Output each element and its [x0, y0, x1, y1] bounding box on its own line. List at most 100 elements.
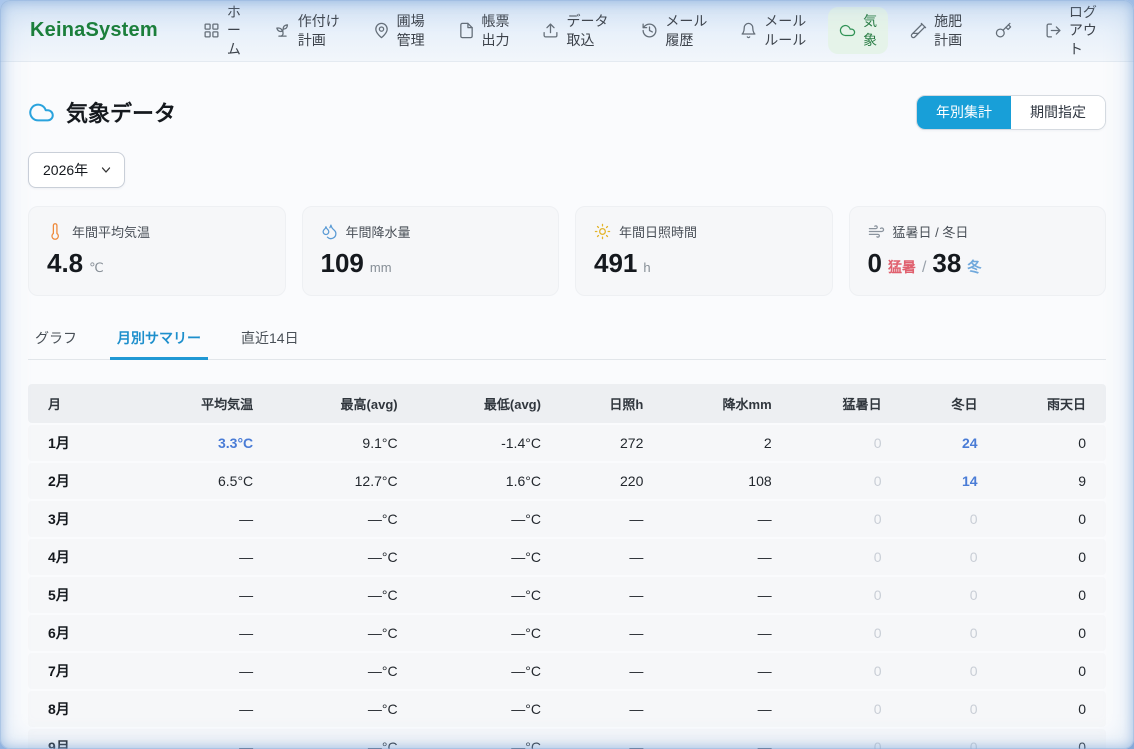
droplets-icon: [321, 223, 338, 240]
year-select[interactable]: 2026年: [28, 152, 125, 188]
year-row: 2026年: [28, 152, 1106, 188]
toggle-button-1[interactable]: 期間指定: [1011, 96, 1105, 129]
table-cell: 0: [784, 425, 894, 461]
stat-card-value: 4.8℃: [47, 248, 267, 279]
nav-item-data-import[interactable]: データ 取込: [531, 7, 619, 53]
cell-value: 0: [874, 701, 882, 717]
table-cell: 0: [990, 691, 1106, 727]
year-select-value: 2026年: [43, 160, 88, 180]
stat-card-2: 年間日照時間 491h: [575, 206, 833, 296]
table-row: 2月6.5°C12.7°C1.6°C2201080149: [28, 463, 1106, 499]
nav-item-label: メール 履歴: [665, 12, 707, 48]
table-cell: —: [655, 729, 783, 749]
nav-item-mail-rules[interactable]: メール ルール: [729, 7, 817, 53]
stat-card-value: 491h: [594, 248, 814, 279]
cell-value: 3.3°C: [218, 435, 253, 451]
table-cell: —°C: [265, 729, 409, 749]
table-cell: —°C: [410, 615, 553, 651]
table-cell: —°C: [265, 653, 409, 689]
main-content: 気象データ 年別集計期間指定 2026年 年間平均気温4.8℃年間降水量109m…: [0, 62, 1134, 749]
cell-value: 0: [874, 473, 882, 489]
table-cell: 5月: [28, 577, 136, 613]
stat-card-value: 0猛暑/38冬: [868, 248, 1088, 279]
table-cell: —: [655, 653, 783, 689]
stat-card-header: 猛暑日 / 冬日: [868, 222, 1088, 241]
table-cell: 0: [990, 653, 1106, 689]
value-part: 0: [868, 248, 882, 279]
table-cell: —: [136, 729, 265, 749]
nav-item-logout[interactable]: ログ アウ ト: [1034, 0, 1108, 63]
table-cell: —: [655, 577, 783, 613]
value-unit: mm: [370, 260, 392, 275]
table-cell: —: [655, 691, 783, 727]
table-cell: —: [553, 729, 655, 749]
nav-item-weather[interactable]: 気 象: [828, 7, 888, 53]
map-pin-icon: [373, 22, 390, 39]
value-part: 冬: [967, 257, 981, 277]
nav-menu: ホ ー ム 作付け 計画 圃場 管理帳票 出力データ 取込 メール 履歴メール ルール…: [192, 0, 1108, 63]
bell-icon: [740, 22, 757, 39]
table-cell: 0: [894, 539, 990, 575]
stat-card-label: 年間平均気温: [72, 222, 150, 241]
stat-card-header: 年間降水量: [321, 222, 541, 241]
nav-item-mail-history[interactable]: メール 履歴: [630, 7, 718, 53]
table-cell: —: [655, 501, 783, 537]
table-cell: 0: [784, 577, 894, 613]
logout-icon: [1045, 22, 1062, 39]
chevron-down-icon: [100, 164, 112, 176]
brand-logo[interactable]: KeinaSystem: [30, 19, 158, 42]
column-header: 冬日: [894, 384, 990, 423]
nav-item-key[interactable]: [984, 17, 1023, 44]
stat-card-label: 年間日照時間: [619, 222, 697, 241]
page-title: 気象データ: [66, 96, 176, 128]
table-cell: 2: [655, 425, 783, 461]
key-icon: [995, 22, 1012, 39]
title-row: 気象データ 年別集計期間指定: [28, 92, 1106, 132]
cell-value: 0: [874, 739, 882, 749]
cell-value: 0: [874, 625, 882, 641]
table-row: 4月——°C—°C——000: [28, 539, 1106, 575]
table-cell: 0: [784, 729, 894, 749]
value-unit: h: [643, 260, 650, 275]
table-cell: 0: [990, 577, 1106, 613]
nav-item-report-output[interactable]: 帳票 出力: [447, 7, 521, 53]
table-cell: 3.3°C: [136, 425, 265, 461]
table-cell: 6月: [28, 615, 136, 651]
column-header: 最低(avg): [410, 384, 553, 423]
value-part: /: [922, 259, 926, 277]
nav-item-label: 圃場 管理: [397, 12, 425, 48]
tab-bar: グラフ月別サマリー直近14日: [28, 320, 1106, 360]
stat-card-header: 年間平均気温: [47, 222, 267, 241]
tab-0[interactable]: グラフ: [28, 320, 84, 360]
nav-item-label: ホ ー ム: [227, 3, 241, 58]
toggle-button-0[interactable]: 年別集計: [917, 96, 1011, 129]
table-cell: —°C: [410, 577, 553, 613]
column-header: 猛暑日: [784, 384, 894, 423]
table-cell: 7月: [28, 653, 136, 689]
table-cell: 108: [655, 463, 783, 499]
table-cell: 6.5°C: [136, 463, 265, 499]
table-cell: 12.7°C: [265, 463, 409, 499]
flask-icon: [910, 22, 927, 39]
nav-item-fertilizer-plan[interactable]: 施肥 計画: [899, 7, 973, 53]
table-cell: 4月: [28, 539, 136, 575]
table-cell: —: [136, 653, 265, 689]
table-cell: —: [655, 539, 783, 575]
nav-item-home[interactable]: ホ ー ム: [192, 0, 252, 63]
stat-card-0: 年間平均気温 4.8℃: [28, 206, 286, 296]
cell-value: 0: [970, 701, 978, 717]
tab-1[interactable]: 月別サマリー: [110, 320, 208, 360]
table-cell: 0: [990, 425, 1106, 461]
table-cell: 0: [784, 653, 894, 689]
nav-item-field-management[interactable]: 圃場 管理: [362, 7, 436, 53]
table-cell: —°C: [410, 501, 553, 537]
tab-2[interactable]: 直近14日: [234, 320, 306, 360]
column-header: 最高(avg): [265, 384, 409, 423]
table-cell: 0: [990, 615, 1106, 651]
column-header: 雨天日: [990, 384, 1106, 423]
monthly-summary-table: 月平均気温最高(avg)最低(avg)日照h降水mm猛暑日冬日雨天日 1月3.3…: [28, 382, 1106, 749]
nav-item-planting-plan[interactable]: 作付け 計画: [263, 7, 351, 53]
table-cell: 0: [784, 501, 894, 537]
table-cell: 14: [894, 463, 990, 499]
table-row: 3月——°C—°C——000: [28, 501, 1106, 537]
